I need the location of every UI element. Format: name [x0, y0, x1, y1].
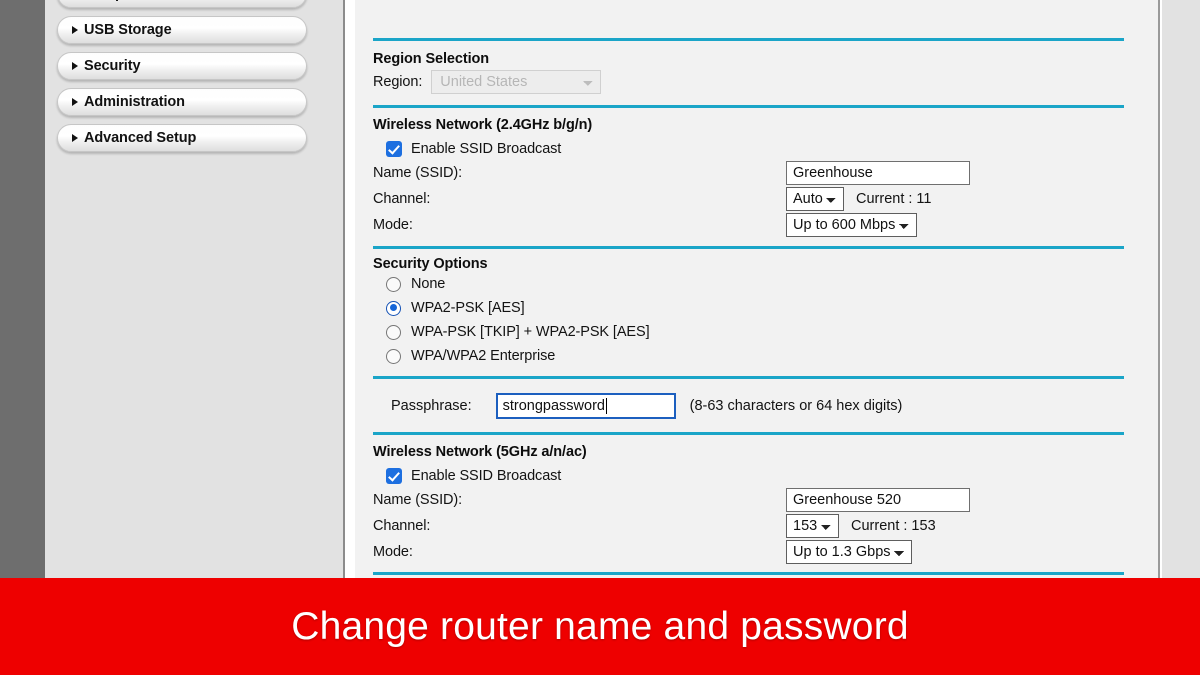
region-section-title: Region Selection — [373, 51, 490, 67]
passphrase-input[interactable]: strongpassword — [495, 393, 676, 419]
wireless-24-channel-row: Channel: Auto Current : 11 — [373, 187, 1140, 211]
right-filler — [1162, 0, 1200, 578]
region-row: Region: United States — [373, 70, 1140, 94]
wireless-24-ssid-row: Name (SSID): — [373, 161, 1140, 185]
radio-none[interactable] — [386, 276, 401, 292]
router-admin-screenshot: Setup USB Storage Security Administratio… — [0, 0, 1200, 675]
sidebar-item-label: Administration — [84, 94, 185, 110]
security-option-label: None — [411, 276, 446, 292]
caption-text: Change router name and password — [291, 604, 909, 648]
passphrase-label: Passphrase: — [391, 398, 472, 414]
ssid-name-input-5[interactable] — [786, 488, 970, 512]
ssid-name-input-24[interactable] — [786, 161, 970, 185]
sidebar-item-security[interactable]: Security — [57, 52, 307, 80]
wireless-24-mode-row: Mode: Up to 600 Mbps — [373, 213, 1140, 237]
security-options-group: None WPA2-PSK [AES] WPA-PSK [TKIP] + WPA… — [373, 272, 1140, 368]
sidebar-nav-list: Setup USB Storage Security Administratio… — [57, 0, 307, 160]
sidebar-item-label: Setup — [84, 0, 124, 2]
passphrase-value: strongpassword — [502, 398, 605, 414]
radio-wpa-wpa2-enterprise[interactable] — [386, 348, 401, 364]
divider-wireless-5-bottom — [373, 572, 1124, 575]
settings-content-panel: Region Selection Region: United States W… — [355, 0, 1160, 578]
channel-current-24: Current : 11 — [856, 191, 932, 207]
sidebar-item-administration[interactable]: Administration — [57, 88, 307, 116]
sidebar-item-usb-storage[interactable]: USB Storage — [57, 16, 307, 44]
sidebar-item-label: Security — [84, 58, 141, 74]
caption-banner: Change router name and password — [0, 578, 1200, 675]
triangle-right-icon — [72, 98, 78, 106]
mode-select-5[interactable]: Up to 1.3 Gbps — [786, 540, 912, 564]
wireless-5-title: Wireless Network (5GHz a/n/ac) — [373, 444, 587, 460]
channel-select-24[interactable]: Auto — [786, 187, 844, 211]
security-option-wpa-wpa2-enterprise[interactable]: WPA/WPA2 Enterprise — [386, 344, 1140, 368]
channel-current-5: Current : 153 — [851, 518, 936, 534]
sidebar-item-advanced-setup[interactable]: Advanced Setup — [57, 124, 307, 152]
enable-ssid-broadcast-label: Enable SSID Broadcast — [411, 468, 562, 484]
sidebar-item-label: USB Storage — [84, 22, 172, 38]
mode-select-24[interactable]: Up to 600 Mbps — [786, 213, 917, 237]
wireless-24-title: Wireless Network (2.4GHz b/g/n) — [373, 117, 593, 133]
sidebar-item-setup[interactable]: Setup — [57, 0, 307, 8]
enable-ssid-broadcast-label: Enable SSID Broadcast — [411, 141, 562, 157]
wireless-24-enable-ssid-row[interactable]: Enable SSID Broadcast — [373, 137, 1140, 161]
security-option-wpa2-psk-aes[interactable]: WPA2-PSK [AES] — [386, 296, 1140, 320]
triangle-right-icon — [72, 26, 78, 34]
sidebar-item-label: Advanced Setup — [84, 130, 197, 146]
region-label: Region: — [373, 74, 423, 90]
radio-wpa2-psk-aes[interactable] — [386, 300, 401, 316]
sidebar: Setup USB Storage Security Administratio… — [45, 0, 345, 578]
wireless-5-mode-row: Mode: Up to 1.3 Gbps — [373, 540, 1140, 564]
security-options-title: Security Options — [373, 256, 488, 272]
passphrase-row: Passphrase: strongpassword (8-63 charact… — [373, 391, 1140, 421]
ssid-name-label-5: Name (SSID): — [373, 492, 463, 508]
security-option-label: WPA/WPA2 Enterprise — [411, 348, 556, 364]
triangle-right-icon — [72, 134, 78, 142]
radio-wpa-psk-tkip-plus-wpa2[interactable] — [386, 324, 401, 340]
enable-ssid-broadcast-checkbox-5[interactable] — [386, 468, 402, 484]
wireless-5-ssid-row: Name (SSID): — [373, 488, 1140, 512]
security-option-none[interactable]: None — [386, 272, 1140, 296]
wireless-5-enable-ssid-row[interactable]: Enable SSID Broadcast — [373, 464, 1140, 488]
channel-label-24: Channel: — [373, 191, 431, 207]
enable-ssid-broadcast-checkbox-24[interactable] — [386, 141, 402, 157]
channel-select-5[interactable]: 153 — [786, 514, 839, 538]
left-rail — [0, 0, 45, 578]
security-option-label: WPA-PSK [TKIP] + WPA2-PSK [AES] — [411, 324, 650, 340]
ssid-name-label-24: Name (SSID): — [373, 165, 463, 181]
triangle-right-icon — [72, 62, 78, 70]
security-option-wpa-psk-tkip-plus-wpa2-psk-aes[interactable]: WPA-PSK [TKIP] + WPA2-PSK [AES] — [386, 320, 1140, 344]
channel-label-5: Channel: — [373, 518, 431, 534]
mode-label-5: Mode: — [373, 544, 413, 560]
text-cursor — [605, 398, 608, 414]
passphrase-hint: (8-63 characters or 64 hex digits) — [689, 398, 903, 414]
region-select[interactable]: United States — [431, 70, 602, 94]
wireless-5-channel-row: Channel: 153 Current : 153 — [373, 514, 1140, 538]
mode-label-24: Mode: — [373, 217, 413, 233]
security-option-label: WPA2-PSK [AES] — [411, 300, 525, 316]
